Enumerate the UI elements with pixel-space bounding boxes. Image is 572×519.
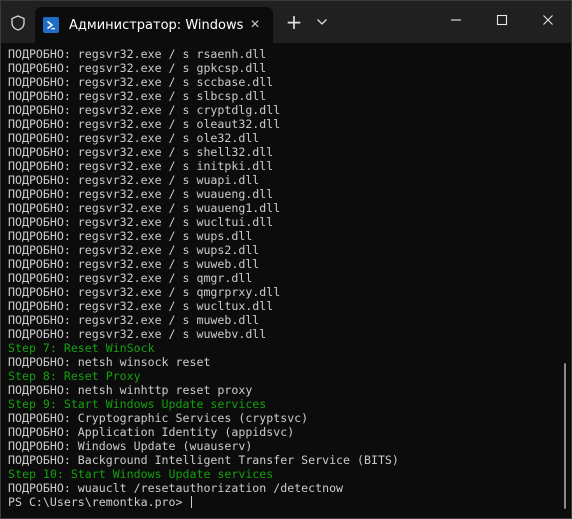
output-line: ПОДРОБНО: regsvr32.exe / s wups.dll <box>8 229 253 243</box>
prompt-text: PS C:\Users\remontka.pro> <box>8 495 190 509</box>
output-line: ПОДРОБНО: netsh winsock reset <box>8 355 211 369</box>
output-line: ПОДРОБНО: regsvr32.exe / s wucltux.dll <box>8 299 274 313</box>
close-window-icon[interactable] <box>528 5 568 35</box>
minimize-icon[interactable] <box>436 5 476 35</box>
output-line: ПОДРОБНО: regsvr32.exe / s wups2.dll <box>8 243 260 257</box>
step-heading-line: Step 8: Reset Proxy <box>8 369 141 383</box>
title-bar[interactable]: Администратор: Windows PowerShell × + <box>1 1 571 43</box>
output-line: ПОДРОБНО: regsvr32.exe / s wuweb.dll <box>8 257 260 271</box>
tab-powershell[interactable]: Администратор: Windows PowerShell × <box>35 7 273 43</box>
text-cursor <box>191 496 193 508</box>
output-line: ПОДРОБНО: regsvr32.exe / s rsaenh.dll <box>8 47 267 61</box>
terminal-window: Администратор: Windows PowerShell × + ПО… <box>0 0 572 519</box>
output-line: ПОДРОБНО: regsvr32.exe / s slbcsp.dll <box>8 89 267 103</box>
output-line: ПОДРОБНО: netsh winhttp reset proxy <box>8 383 253 397</box>
output-line: ПОДРОБНО: wuauclt /resetauthorization /d… <box>8 481 344 495</box>
output-line: ПОДРОБНО: regsvr32.exe / s initpki.dll <box>8 159 274 173</box>
output-line: ПОДРОБНО: regsvr32.exe / s muweb.dll <box>8 313 260 327</box>
output-line: ПОДРОБНО: regsvr32.exe / s sccbase.dll <box>8 75 274 89</box>
step-heading-line: Step 9: Start Windows Update services <box>8 397 267 411</box>
close-icon[interactable]: × <box>247 17 263 33</box>
output-line: ПОДРОБНО: regsvr32.exe / s cryptdlg.dll <box>8 103 281 117</box>
terminal-output[interactable]: ПОДРОБНО: regsvr32.exe / s rsaenh.dll ПОД… <box>1 43 571 518</box>
chevron-down-icon[interactable] <box>313 13 331 31</box>
step-heading-line: Step 10: Start Windows Update services <box>8 467 274 481</box>
output-line: ПОДРОБНО: Background Intelligent Transfe… <box>8 453 399 467</box>
output-line: ПОДРОБНО: regsvr32.exe / s wucltui.dll <box>8 215 274 229</box>
output-line: ПОДРОБНО: regsvr32.exe / s shell32.dll <box>8 145 274 159</box>
output-line: ПОДРОБНО: regsvr32.exe / s wuapi.dll <box>8 173 260 187</box>
plus-icon[interactable]: + <box>284 12 304 32</box>
output-line: ПОДРОБНО: regsvr32.exe / s gpkcsp.dll <box>8 61 267 75</box>
prompt-line[interactable]: PS C:\Users\remontka.pro> <box>8 495 571 509</box>
output-line: ПОДРОБНО: Cryptographic Services (crypts… <box>8 411 309 425</box>
output-line: ПОДРОБНО: regsvr32.exe / s ole32.dll <box>8 131 260 145</box>
output-line: ПОДРОБНО: Windows Update (wuauserv) <box>8 439 253 453</box>
scrollbar[interactable] <box>564 363 566 509</box>
output-line: ПОДРОБНО: regsvr32.exe / s oleaut32.dll <box>8 117 281 131</box>
output-line: ПОДРОБНО: regsvr32.exe / s qmgr.dll <box>8 271 253 285</box>
shield-icon[interactable] <box>9 14 27 32</box>
maximize-icon[interactable] <box>482 5 522 35</box>
output-line: ПОДРОБНО: regsvr32.exe / s qmgrprxy.dll <box>8 285 281 299</box>
tab-title: Администратор: Windows PowerShell <box>69 17 247 33</box>
output-line: ПОДРОБНО: regsvr32.exe / s wuaueng.dll <box>8 187 274 201</box>
powershell-icon <box>43 17 59 33</box>
output-line: ПОДРОБНО: regsvr32.exe / s wuwebv.dll <box>8 327 267 341</box>
step-heading-line: Step 7: Reset WinSock <box>8 341 155 355</box>
output-line: ПОДРОБНО: Application Identity (appidsvc… <box>8 425 295 439</box>
output-line: ПОДРОБНО: regsvr32.exe / s wuaueng1.dll <box>8 201 281 215</box>
